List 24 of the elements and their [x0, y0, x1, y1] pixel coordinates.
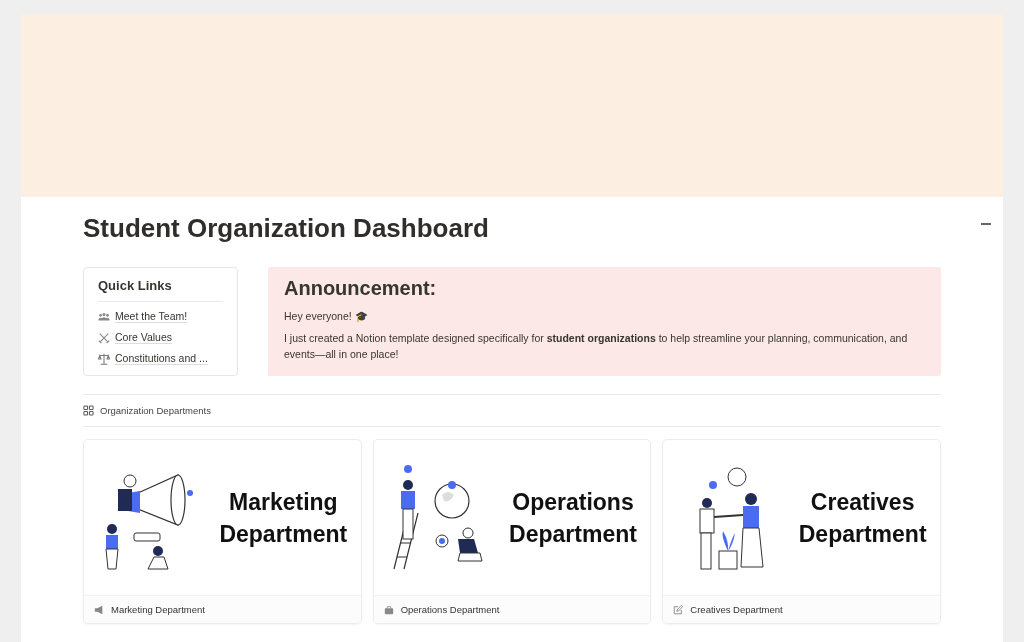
quick-link[interactable]: Meet the Team! [115, 310, 188, 323]
quick-link[interactable]: Constitutions and ... [115, 352, 208, 365]
greeting-text: Hey everyone! 🎓 [284, 309, 369, 324]
department-card[interactable]: Operations Department Operations Department [372, 439, 652, 624]
gallery-title[interactable]: Organization Departments [100, 405, 211, 416]
announcement-title: Announcement: [284, 277, 438, 300]
scale-icon [98, 352, 110, 365]
card-title[interactable]: Operations Department [400, 604, 500, 615]
megaphone-icon [94, 604, 104, 615]
department-card[interactable]: Creatives Department Creatives Department [662, 439, 941, 624]
department-card[interactable]: Marketing Department Marketing Department [83, 439, 362, 624]
quick-link[interactable]: Core Values [115, 331, 172, 344]
gallery-icon [83, 405, 94, 416]
card-title[interactable]: Marketing Department [111, 604, 205, 615]
card-title[interactable]: Creatives Department [690, 604, 783, 615]
card-cover-heading: Marketing Department [218, 487, 349, 549]
announcement-text: I just created a Notion template designed specifically for student organizations to help streamline your planning, communication, and events—all in one place! [284, 331, 909, 362]
briefcase-icon [383, 604, 394, 615]
people-icon [98, 310, 110, 323]
quick-links-title: Quick Links [98, 278, 223, 302]
card-cover-heading: Operations Department [508, 487, 638, 549]
card-cover-heading: Creatives Department [797, 487, 928, 549]
page-title: Student Organization Dashboard [83, 212, 489, 244]
pencil-square-icon [673, 604, 684, 615]
